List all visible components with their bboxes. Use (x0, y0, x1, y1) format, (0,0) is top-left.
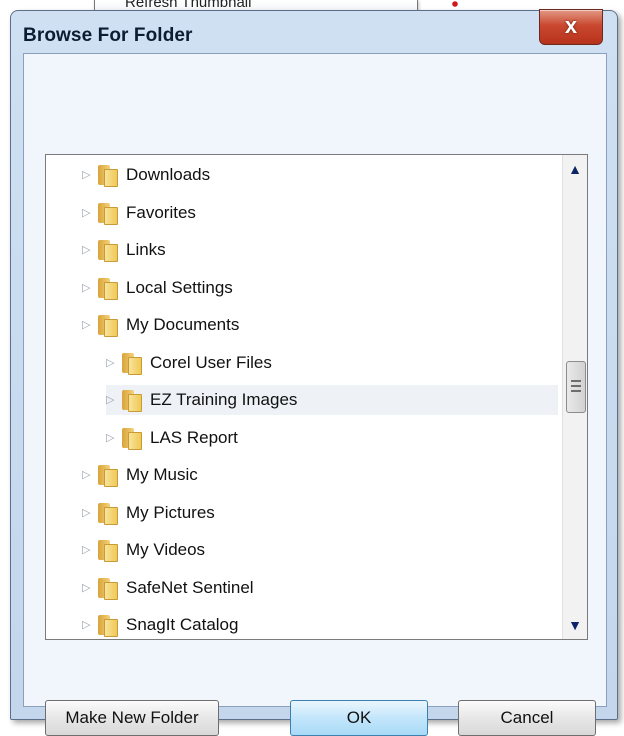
folder-icon (98, 465, 118, 487)
tree-item-label: SafeNet Sentinel (126, 577, 254, 597)
expand-arrow-icon[interactable]: ▷ (82, 582, 92, 594)
tree-item-label: Links (126, 240, 166, 259)
folder-icon (98, 577, 118, 600)
folder-icon (122, 427, 142, 450)
folder-icon (98, 277, 118, 300)
tree-item[interactable]: ▷ Local Settings (82, 273, 482, 303)
folder-icon (122, 352, 142, 375)
tree-item-label: Downloads (126, 165, 211, 184)
tree-item[interactable]: ▷ Favorites (82, 198, 482, 228)
folder-icon (98, 202, 118, 225)
expand-arrow-icon[interactable]: ▷ (82, 469, 92, 481)
folder-icon (98, 240, 118, 262)
tree-item-label: SnagIt Catalog (126, 615, 239, 634)
tree-item-label: My Documents (126, 315, 240, 334)
vertical-scrollbar[interactable]: ▲ ▼ (562, 155, 587, 639)
cancel-button[interactable]: Cancel (458, 700, 596, 736)
expand-arrow-icon[interactable]: ▷ (106, 357, 116, 369)
make-new-folder-button[interactable]: Make New Folder (45, 700, 219, 736)
close-button[interactable]: x (539, 9, 603, 45)
tree-item-label: My Videos (126, 540, 206, 559)
tree-item[interactable]: ▷ SafeNet Sentinel (82, 573, 482, 603)
ok-button[interactable]: OK (290, 700, 428, 736)
grip-line (571, 390, 581, 392)
tree-item[interactable]: ▷ Downloads (82, 160, 482, 190)
expand-arrow-icon[interactable]: ▷ (106, 432, 116, 444)
tree-item[interactable]: ▷ My Documents (82, 310, 482, 340)
expand-arrow-icon[interactable]: ▷ (82, 619, 92, 631)
expand-arrow-icon[interactable]: ▷ (82, 544, 92, 556)
tree-item-label: Corel User Files (150, 352, 272, 372)
grip-line (571, 385, 581, 387)
grip-line (571, 380, 581, 382)
tree-item[interactable]: ▷ My Videos (82, 535, 482, 565)
folder-tree[interactable]: ▷ SnagIt Catalog ▷ SafeNet Sentinel ▷ My Vide… (45, 154, 588, 640)
tree-item-label: LAS Report (150, 427, 238, 447)
folder-icon (98, 165, 118, 187)
dialog-title: Browse For Folder (23, 25, 193, 46)
title-bar: Browse For Folder x (11, 9, 617, 51)
folder-icon (98, 315, 118, 337)
browse-folder-dialog: Browse For Folder x ▷ SnagIt Catalog ▷ Safe… (10, 9, 618, 736)
folder-icon (122, 390, 142, 412)
folder-icon (98, 615, 118, 637)
tree-item-label: EZ Training Images (150, 390, 298, 409)
scroll-up-icon[interactable]: ▲ (563, 155, 587, 183)
tree-item-label: Local Settings (126, 277, 233, 297)
folder-icon (98, 540, 118, 562)
tree-item[interactable]: ▷ My Pictures (82, 498, 482, 528)
tree-item[interactable]: ▷ My Music (82, 460, 482, 490)
tree-item[interactable]: ▷ Corel User Files (106, 348, 506, 378)
scroll-thumb[interactable] (566, 361, 586, 413)
expand-arrow-icon[interactable]: ▷ (82, 282, 92, 294)
expand-arrow-icon[interactable]: ▷ (82, 169, 92, 181)
tree-item[interactable]: ▷ Links (82, 235, 482, 265)
close-icon: x (564, 13, 578, 38)
expand-arrow-icon[interactable]: ▷ (82, 319, 92, 331)
tree-item-label: My Pictures (126, 502, 215, 522)
expand-arrow-icon[interactable]: ▷ (82, 507, 92, 519)
tree-item[interactable]: ▷ SnagIt Catalog (82, 610, 482, 639)
expand-arrow-icon[interactable]: ▷ (82, 244, 92, 256)
tree-item[interactable]: ▷ LAS Report (106, 423, 506, 453)
dialog-content: ▷ SnagIt Catalog ▷ SafeNet Sentinel ▷ My Vide… (23, 53, 607, 736)
scroll-down-icon[interactable]: ▼ (563, 611, 587, 639)
folder-icon (98, 502, 118, 525)
expand-arrow-icon[interactable]: ▷ (82, 207, 92, 219)
tree-item-label: Favorites (126, 202, 196, 222)
tree-item-label: My Music (126, 465, 198, 484)
expand-arrow-icon[interactable]: ▷ (106, 394, 116, 406)
tree-item[interactable]: ▷ EZ Training Images (106, 385, 558, 415)
